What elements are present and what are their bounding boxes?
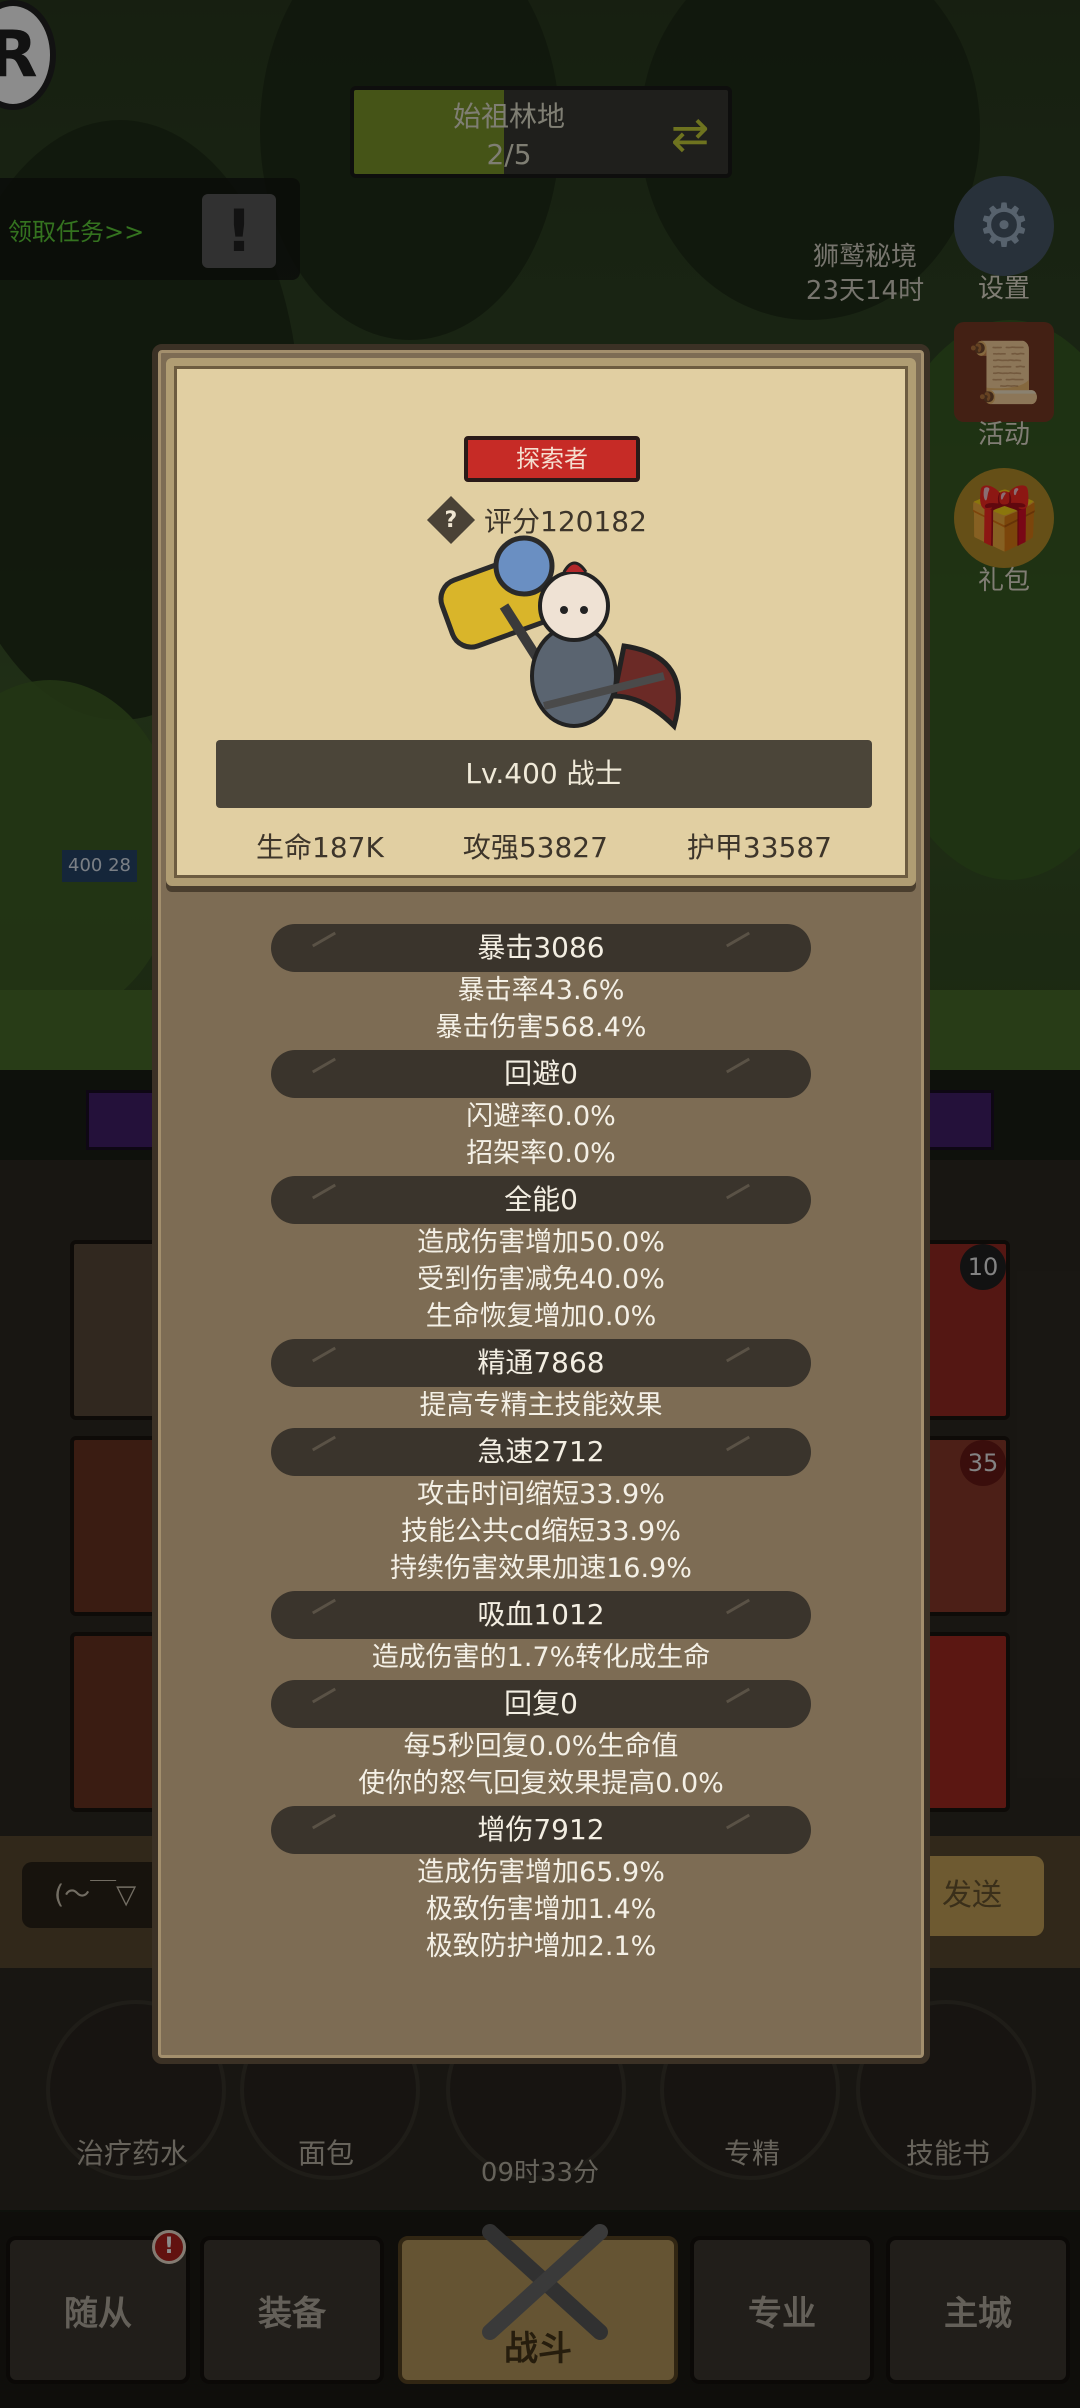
attribute-line: 极致防护增加2.1%: [425, 1931, 657, 1962]
hero-portrait: [438, 535, 681, 731]
attribute-line: 攻击时间缩短33.9%: [417, 1479, 665, 1510]
attribute-line: 闪避率0.0%: [466, 1101, 616, 1132]
attribute-group: 全能0 造成伤害增加50.0% 受到伤害减免40.0% 生命恢复增加0.0%: [158, 1176, 924, 1335]
attribute-line: 受到伤害减免40.0%: [417, 1264, 665, 1295]
attribute-line: 提高专精主技能效果: [419, 1390, 663, 1421]
attribute-group: 增伤7912 造成伤害增加65.9% 极致伤害增加1.4% 极致防护增加2.1%: [158, 1806, 924, 1965]
attribute-header: 暴击3086: [271, 924, 811, 972]
attribute-line: 造成伤害的1.7%转化成生命: [371, 1642, 711, 1673]
attribute-header: 精通7868: [271, 1339, 811, 1387]
attribute-header: 回避0: [271, 1050, 811, 1098]
attribute-line: 暴击伤害568.4%: [435, 1012, 647, 1043]
attribute-header: 回复0: [271, 1680, 811, 1728]
attribute-header: 全能0: [271, 1176, 811, 1224]
attribute-line: 招架率0.0%: [466, 1138, 616, 1169]
attribute-line: 生命恢复增加0.0%: [425, 1301, 657, 1332]
stat-armor: 护甲33587: [686, 831, 832, 864]
attribute-line: 持续伤害效果加速16.9%: [390, 1553, 692, 1584]
attribute-header: 增伤7912: [271, 1806, 811, 1854]
attribute-group: 急速2712 攻击时间缩短33.9% 技能公共cd缩短33.9% 持续伤害效果加速16…: [158, 1428, 924, 1587]
character-card: 探索者 ? 评分120182 Lv.400 战士 生命187K 攻强53827 …: [166, 358, 916, 886]
attribute-group: 吸血1012 造成伤害的1.7%转化成生命: [158, 1591, 924, 1676]
attribute-header: 吸血1012: [271, 1591, 811, 1639]
attribute-group: 回避0 闪避率0.0% 招架率0.0%: [158, 1050, 924, 1172]
attribute-group: 回复0 每5秒回复0.0%生命值使你的怒气回复效果提高0.0%: [158, 1680, 924, 1802]
attribute-line: 每5秒回复0.0%生命值: [403, 1731, 679, 1762]
attribute-header: 急速2712: [271, 1428, 811, 1476]
primary-stats-row: 生命187K 攻强53827 护甲33587: [204, 826, 884, 866]
attribute-line: 造成伤害增加50.0%: [417, 1227, 665, 1258]
stat-hp: 生命187K: [256, 831, 384, 864]
attribute-line: 使你的怒气回复效果提高0.0%: [358, 1768, 724, 1799]
attribute-line: 造成伤害增加65.9%: [417, 1857, 665, 1888]
attribute-line: 极致伤害增加1.4%: [425, 1894, 657, 1925]
title-tag: 探索者: [464, 436, 640, 482]
attribute-line: 技能公共cd缩短33.9%: [401, 1516, 681, 1547]
level-class-bar: Lv.400 战士: [216, 740, 872, 808]
attribute-line: 暴击率43.6%: [457, 975, 625, 1006]
attribute-list: 暴击3086 暴击率43.6% 暴击伤害568.4% 回避0 闪避率0.0% 招架率0.0…: [158, 924, 924, 1969]
attribute-group: 精通7868 提高专精主技能效果: [158, 1339, 924, 1424]
attribute-group: 暴击3086 暴击率43.6% 暴击伤害568.4%: [158, 924, 924, 1046]
character-stats-popup: 探索者 ? 评分120182 Lv.400 战士 生命187K 攻强53827 …: [152, 344, 930, 2064]
stat-attack: 攻强53827: [462, 831, 608, 864]
